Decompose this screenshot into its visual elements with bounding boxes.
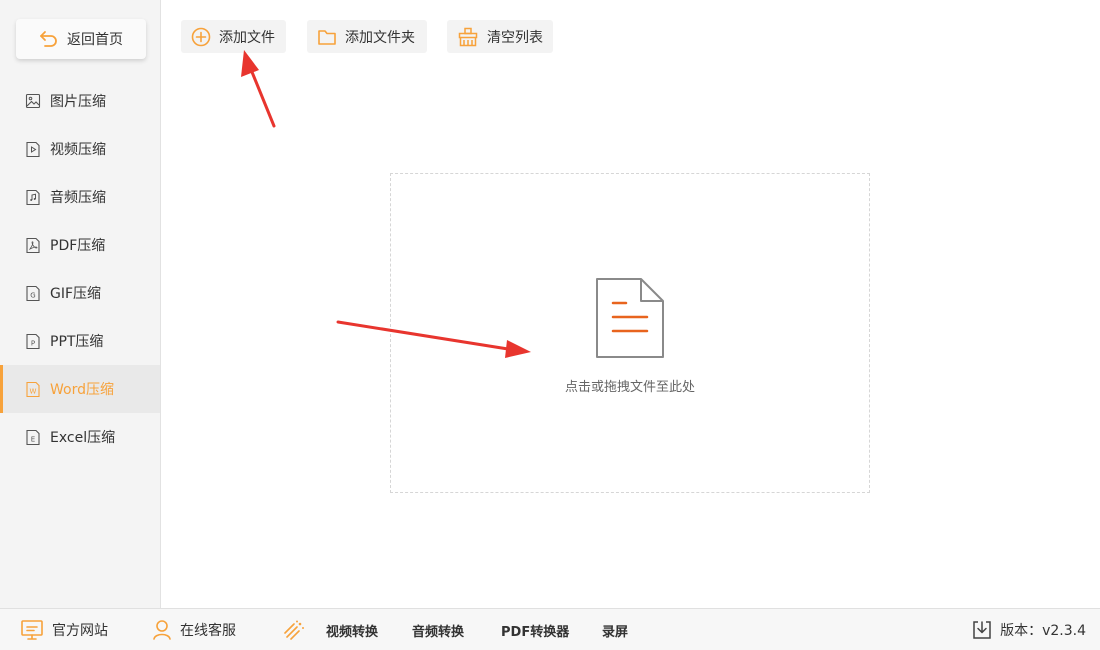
ppt-file-icon: P — [24, 332, 42, 350]
footer-link-label: 视频转换 — [326, 624, 379, 640]
video-file-icon — [24, 140, 42, 158]
sidebar-item-gif[interactable]: G GIF压缩 — [0, 269, 160, 317]
document-icon — [596, 278, 664, 358]
official-website-label: 官方网站 — [52, 623, 108, 639]
online-support-label: 在线客服 — [180, 623, 236, 639]
word-file-icon: W — [24, 380, 42, 398]
sidebar-item-label: PPT压缩 — [50, 334, 104, 350]
sidebar-item-ppt[interactable]: P PPT压缩 — [0, 317, 160, 365]
sidebar-item-video[interactable]: 视频压缩 — [0, 125, 160, 173]
version-label: 版本：v2.3.4 — [1000, 623, 1086, 639]
footer-link-screen-record[interactable]: 录屏 — [602, 609, 628, 650]
excel-file-icon: E — [24, 428, 42, 446]
svg-text:P: P — [31, 339, 35, 347]
audio-file-icon — [24, 188, 42, 206]
add-folder-button[interactable]: 添加文件夹 — [307, 20, 427, 53]
user-icon — [153, 620, 171, 640]
sidebar-item-label: PDF压缩 — [50, 238, 106, 254]
clear-list-button[interactable]: 清空列表 — [447, 20, 553, 53]
broom-icon — [458, 27, 478, 46]
sidebar-item-label: 图片压缩 — [50, 94, 106, 110]
sidebar-item-excel[interactable]: E Excel压缩 — [0, 413, 160, 461]
folder-icon — [318, 29, 336, 45]
add-file-label: 添加文件 — [219, 29, 275, 46]
sidebar-item-label: Excel压缩 — [50, 430, 116, 446]
footer-bar: 官方网站 在线客服 视频转换 音频转换 PDF转换器 录屏 版本：v2.3.4 — [0, 608, 1100, 650]
footer-link-pdf-converter[interactable]: PDF转换器 — [501, 609, 569, 650]
footer-link-audio-convert[interactable]: 音频转换 — [412, 609, 464, 650]
promo-icon-wrap — [283, 609, 307, 650]
sidebar-nav: 图片压缩 视频压缩 音频压缩 PDF压缩 G GIF压缩 P PPT压缩 W W… — [0, 77, 160, 461]
footer-link-video-convert[interactable]: 视频转换 — [326, 609, 378, 650]
footer-link-label: 音频转换 — [412, 624, 465, 640]
sidebar-item-pdf[interactable]: PDF压缩 — [0, 221, 160, 269]
pdf-file-icon — [24, 236, 42, 254]
svg-text:G: G — [30, 291, 35, 299]
footer-link-label: 录屏 — [602, 624, 629, 640]
monitor-icon — [21, 620, 43, 640]
gif-file-icon: G — [24, 284, 42, 302]
back-home-label: 返回首页 — [67, 32, 123, 48]
svg-text:W: W — [30, 387, 37, 395]
version-info[interactable]: 版本：v2.3.4 — [972, 609, 1086, 650]
sidebar-item-audio[interactable]: 音频压缩 — [0, 173, 160, 221]
annotation-arrow-to-add-file — [241, 50, 276, 128]
footer-link-label: PDF转换器 — [501, 624, 570, 640]
sidebar: 返回首页 图片压缩 视频压缩 音频压缩 PDF压缩 G GIF压缩 P PPT压… — [0, 0, 161, 608]
sidebar-item-label: 视频压缩 — [50, 142, 106, 158]
add-circle-icon — [191, 27, 211, 46]
clear-list-label: 清空列表 — [487, 29, 543, 46]
add-file-button[interactable]: 添加文件 — [181, 20, 286, 53]
sidebar-item-label: Word压缩 — [50, 382, 114, 398]
sidebar-item-label: GIF压缩 — [50, 286, 102, 302]
back-arrow-icon — [40, 31, 57, 47]
sidebar-item-image[interactable]: 图片压缩 — [0, 77, 160, 125]
svg-text:E: E — [31, 435, 35, 443]
official-website-link[interactable]: 官方网站 — [20, 609, 108, 650]
download-icon — [973, 621, 991, 639]
sidebar-item-label: 音频压缩 — [50, 190, 106, 206]
image-icon — [24, 92, 42, 110]
online-support-link[interactable]: 在线客服 — [152, 609, 236, 650]
file-drop-zone[interactable]: 点击或拖拽文件至此处 — [390, 173, 870, 493]
back-home-button[interactable]: 返回首页 — [16, 19, 146, 59]
sidebar-item-word[interactable]: W Word压缩 — [0, 365, 160, 413]
fireworks-icon — [284, 620, 304, 640]
drop-zone-hint: 点击或拖拽文件至此处 — [564, 380, 695, 395]
add-folder-label: 添加文件夹 — [345, 29, 415, 46]
